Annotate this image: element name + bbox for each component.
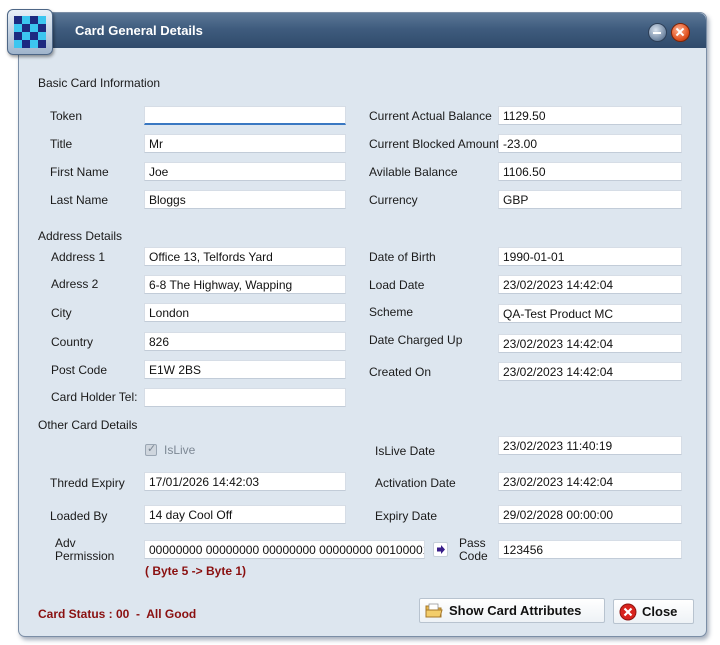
title-label: Title (50, 137, 73, 151)
country-label: Country (51, 335, 94, 349)
arrow-right-icon[interactable] (433, 542, 448, 557)
address-2-input[interactable]: 6-8 The Highway, Wapping (144, 275, 346, 294)
checkered-card-icon (7, 9, 53, 55)
adv-permission-field[interactable]: 00000000 00000000 00000000 00000000 0010… (144, 540, 425, 559)
card-holder-tel-input[interactable] (144, 388, 346, 407)
title-input[interactable]: Mr (144, 134, 346, 153)
first-name-label: First Name (50, 165, 109, 179)
close-icon[interactable] (671, 23, 690, 42)
card-status-text: Card Status : 00 - All Good (38, 607, 197, 621)
thredd-expiry-label: Thredd Expiry (50, 476, 125, 490)
last-name-input[interactable]: Bloggs (144, 190, 346, 209)
byte-order-note: ( Byte 5 -> Byte 1) (145, 564, 247, 578)
thredd-expiry-field[interactable]: 17/01/2026 14:42:03 (144, 472, 346, 491)
pass-code-field[interactable]: 123456 (498, 540, 682, 559)
token-input[interactable] (144, 106, 346, 125)
adv-permission-label-line2: Permission (55, 549, 115, 563)
scheme-label: Scheme (369, 305, 414, 319)
folder-icon (425, 603, 443, 617)
title-bar[interactable]: Card General Details (19, 13, 706, 48)
islive-date-field[interactable]: 23/02/2023 11:40:19 (498, 436, 682, 455)
available-balance-field[interactable]: 1106.50 (498, 162, 682, 181)
red-x-icon (619, 603, 637, 620)
minimize-icon[interactable] (648, 23, 667, 42)
date-charged-up-field[interactable]: 23/02/2023 14:42:04 (498, 334, 682, 353)
pass-code-label-line2: Code (459, 549, 488, 563)
address-1-input[interactable]: Office 13, Telfords Yard (144, 247, 346, 266)
current-actual-balance-label: Current Actual Balance (369, 109, 492, 123)
post-code-input[interactable]: E1W 2BS (144, 360, 346, 379)
post-code-label: Post Code (51, 363, 108, 377)
currency-field[interactable]: GBP (498, 190, 682, 209)
city-input[interactable]: London (144, 303, 346, 322)
adv-permission-label-line1: Adv (55, 536, 76, 550)
created-on-field[interactable]: 23/02/2023 14:42:04 (498, 362, 682, 381)
close-button[interactable]: Close (613, 599, 694, 624)
loaded-by-label: Loaded By (50, 509, 108, 523)
available-balance-label: Avilable Balance (369, 165, 458, 179)
load-date-label: Load Date (369, 278, 425, 292)
card-holder-tel-label: Card Holder Tel: (51, 390, 138, 404)
first-name-input[interactable]: Joe (144, 162, 346, 181)
expiry-date-field[interactable]: 29/02/2028 00:00:00 (498, 505, 682, 524)
islive-date-label: IsLive Date (375, 444, 436, 458)
load-date-field[interactable]: 23/02/2023 14:42:04 (498, 275, 682, 294)
islive-label: IsLive (164, 443, 196, 457)
section-basic-card-information: Basic Card Information (38, 76, 161, 90)
pass-code-label-line1: Pass (459, 536, 486, 550)
activation-date-field[interactable]: 23/02/2023 14:42:04 (498, 472, 682, 491)
islive-checkbox[interactable] (145, 442, 157, 456)
activation-date-label: Activation Date (375, 476, 456, 490)
address-1-label: Address 1 (51, 250, 106, 264)
currency-label: Currency (369, 193, 418, 207)
last-name-label: Last Name (50, 193, 109, 207)
section-other-card-details: Other Card Details (38, 418, 138, 432)
show-card-attributes-button[interactable]: Show Card Attributes (419, 598, 605, 623)
show-card-attributes-label: Show Card Attributes (449, 603, 582, 618)
current-blocked-amount-field[interactable]: -23.00 (498, 134, 682, 153)
loaded-by-field[interactable]: 14 day Cool Off (144, 505, 346, 524)
card-general-details-window: Card General Details Basic Card Informat… (7, 9, 707, 637)
address-2-label: Adress 2 (51, 277, 99, 291)
close-button-label: Close (642, 604, 678, 619)
token-label: Token (50, 109, 83, 123)
scheme-field[interactable]: QA-Test Product MC (498, 304, 682, 323)
section-address-details: Address Details (38, 229, 123, 243)
current-actual-balance-field[interactable]: 1129.50 (498, 106, 682, 125)
date-of-birth-label: Date of Birth (369, 250, 436, 264)
current-blocked-amount-label: Current Blocked Amount (369, 137, 500, 151)
city-label: City (51, 306, 72, 320)
date-of-birth-field[interactable]: 1990-01-01 (498, 247, 682, 266)
window-title: Card General Details (75, 23, 203, 38)
date-charged-up-label: Date Charged Up (369, 333, 463, 347)
country-input[interactable]: 826 (144, 332, 346, 351)
created-on-label: Created On (369, 365, 432, 379)
expiry-date-label: Expiry Date (375, 509, 438, 523)
